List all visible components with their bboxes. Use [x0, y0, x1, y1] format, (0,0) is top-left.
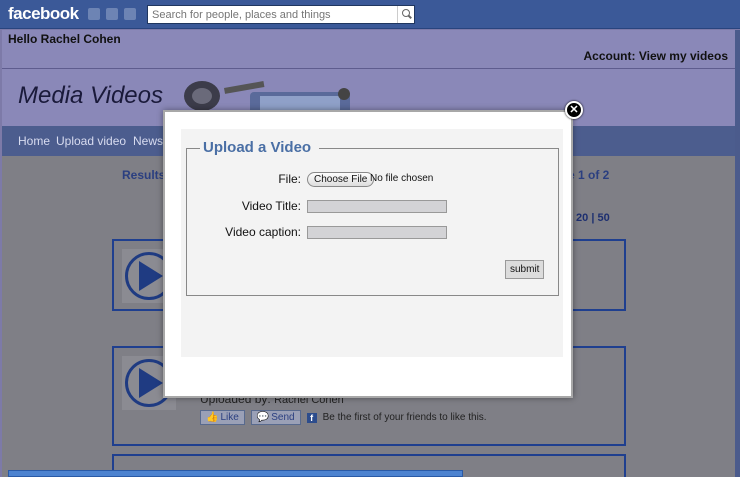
upload-video-modal: Upload a Video File: Choose File No file… — [163, 110, 573, 398]
messages-icon[interactable] — [106, 8, 118, 20]
upload-fieldset — [186, 148, 559, 296]
thumbs-up-icon: 👍 — [206, 412, 219, 423]
speech-bubble-icon: 💬 — [256, 412, 270, 423]
modal-body: Upload a Video File: Choose File No file… — [181, 129, 563, 357]
search-box — [147, 5, 415, 24]
account-link[interactable]: Account: View my videos — [584, 49, 729, 63]
send-button[interactable]: 💬 Send — [250, 410, 301, 425]
like-button[interactable]: 👍 Like — [200, 410, 245, 425]
per-page-20[interactable]: 20 — [576, 212, 588, 224]
header-divider — [2, 68, 738, 69]
notifications-globe-icon[interactable] — [124, 8, 136, 20]
notification-icons — [88, 8, 136, 20]
per-page-50[interactable]: 50 — [597, 212, 609, 224]
per-page-separator: | — [591, 212, 595, 224]
video-title-label: Video Title: — [241, 199, 301, 213]
choose-file-button[interactable]: Choose File — [307, 172, 375, 187]
like-label: Like — [220, 412, 239, 423]
facebook-f-icon: f — [306, 412, 317, 423]
nav-upload-video[interactable]: Upload video — [56, 134, 126, 148]
close-icon[interactable]: ✕ — [565, 101, 583, 119]
greeting-text: Hello Rachel Cohen — [8, 32, 121, 46]
video-title-input[interactable] — [307, 200, 447, 213]
bottom-chat-bar[interactable] — [8, 470, 463, 477]
search-input[interactable] — [148, 6, 397, 23]
nav-home[interactable]: Home — [18, 134, 50, 148]
per-page-selector: 20 | 50 — [576, 212, 610, 224]
facebook-logo[interactable]: facebook — [8, 4, 79, 24]
video-caption-label: Video caption: — [225, 225, 301, 239]
friend-requests-icon[interactable] — [88, 8, 100, 20]
facebook-like-row: 👍 Like 💬 Send f Be the first of your fri… — [200, 410, 487, 425]
social-context-text: Be the first of your friends to like thi… — [322, 412, 487, 423]
facebook-top-bar: facebook — [0, 0, 740, 29]
page-indicator: e 1 of 2 — [568, 168, 610, 182]
submit-button[interactable]: submit — [505, 260, 545, 279]
banner-title: Media Videos — [18, 82, 163, 109]
file-label: File: — [278, 172, 301, 186]
send-label: Send — [271, 412, 295, 423]
search-icon[interactable] — [397, 6, 414, 23]
nav-news[interactable]: News — [133, 134, 163, 148]
video-caption-input[interactable] — [307, 226, 447, 239]
no-file-text: No file chosen — [370, 173, 434, 184]
results-label: Results — [122, 168, 166, 182]
window-right-edge — [735, 30, 740, 477]
